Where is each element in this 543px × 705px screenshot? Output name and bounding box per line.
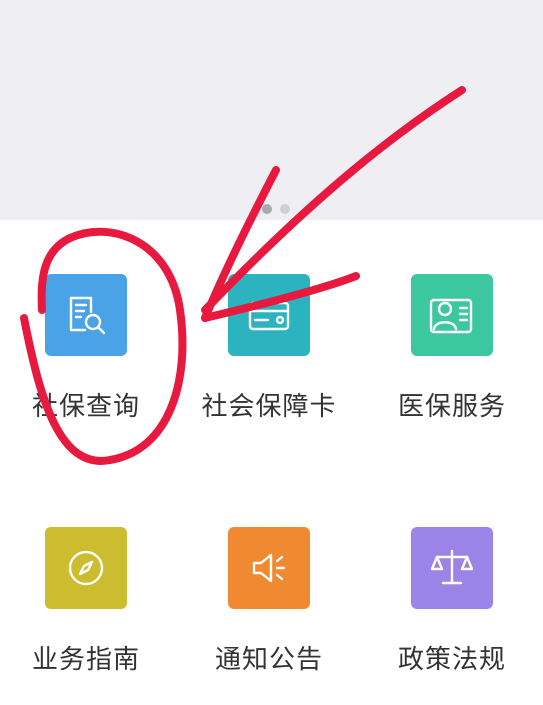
service-policies-regulations[interactable]: 政策法规 — [372, 527, 532, 676]
speaker-icon — [246, 545, 292, 591]
service-notices[interactable]: 通知公告 — [189, 527, 349, 676]
screen: 社保查询 社会保障卡 医保服务 业务指南 通知公告 政策法规 — [0, 0, 543, 705]
carousel-dot-active[interactable] — [262, 204, 272, 214]
scales-icon — [427, 545, 477, 591]
service-social-security-query[interactable]: 社保查询 — [6, 274, 166, 423]
service-label: 社保查询 — [31, 392, 140, 422]
medical-insurance-icon-box — [411, 274, 493, 356]
business-guide-icon-box — [45, 527, 127, 609]
notices-icon-box — [228, 527, 310, 609]
service-social-security-card[interactable]: 社会保障卡 — [189, 274, 349, 423]
policies-regulations-icon-box — [411, 527, 493, 609]
person-card-icon — [427, 292, 477, 338]
service-business-guide[interactable]: 业务指南 — [6, 527, 166, 676]
service-label: 医保服务 — [397, 392, 506, 422]
service-label: 业务指南 — [31, 645, 140, 675]
document-search-icon — [63, 292, 109, 338]
carousel-indicator — [262, 204, 290, 214]
service-label: 社会保障卡 — [201, 392, 337, 422]
service-label: 通知公告 — [214, 645, 323, 675]
banner-carousel[interactable] — [0, 0, 543, 220]
card-icon — [244, 292, 294, 338]
carousel-dot[interactable] — [280, 204, 290, 214]
service-label: 政策法规 — [397, 645, 506, 675]
social-security-card-icon-box — [228, 274, 310, 356]
compass-icon — [63, 545, 109, 591]
service-medical-insurance[interactable]: 医保服务 — [372, 274, 532, 423]
social-security-query-icon-box — [45, 274, 127, 356]
